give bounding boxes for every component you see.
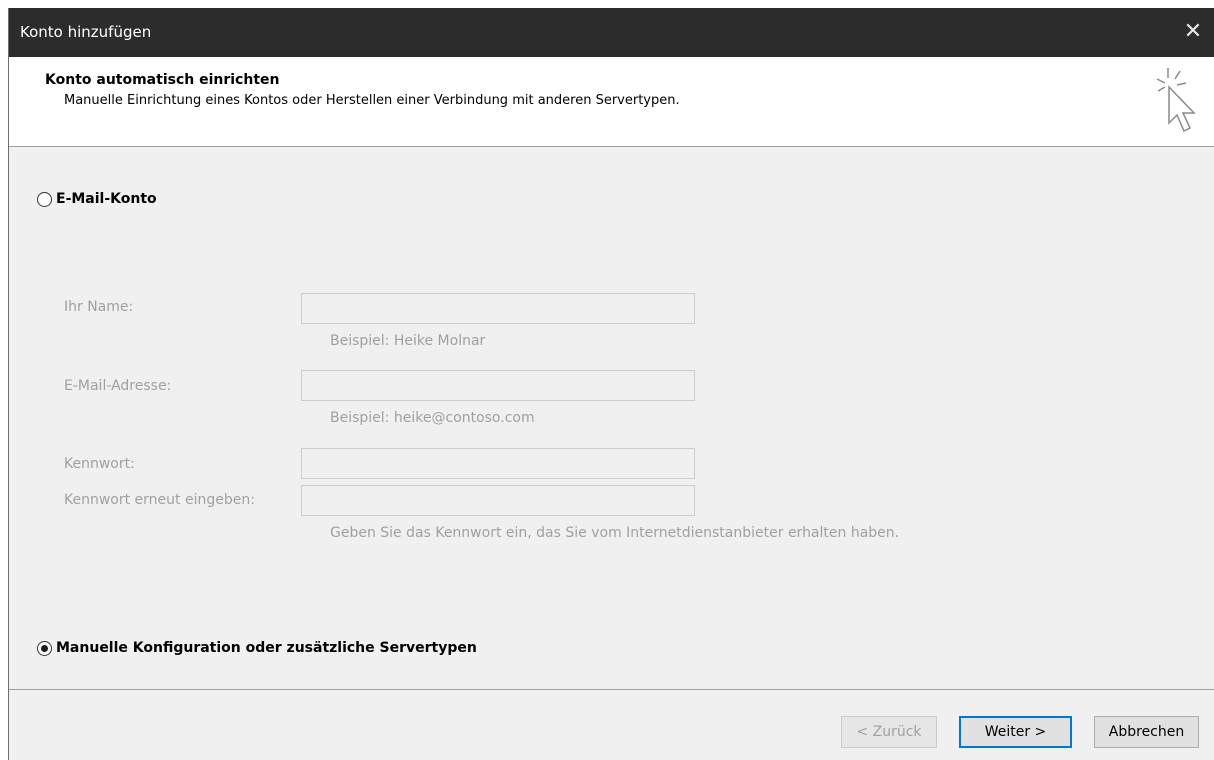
name-label: Ihr Name:	[64, 299, 134, 315]
password-repeat-label: Kennwort erneut eingeben:	[64, 492, 255, 508]
name-hint: Beispiel: Heike Molnar	[330, 333, 486, 349]
email-account-label: E-Mail-Konto	[56, 191, 157, 207]
password-hint: Geben Sie das Kennwort ein, das Sie vom …	[330, 525, 900, 541]
manual-config-radio-button[interactable]	[37, 640, 52, 656]
next-button[interactable]: Weiter >	[959, 716, 1072, 748]
password-label: Kennwort:	[64, 456, 135, 472]
manual-config-radio[interactable]: Manuelle Konfiguration oder zusätzliche …	[37, 640, 477, 656]
back-button[interactable]: < Zurück	[841, 716, 937, 748]
email-account-radio-button[interactable]	[37, 191, 52, 207]
title-bar: Konto hinzufügen ✕	[9, 8, 1214, 57]
email-hint: Beispiel: heike@contoso.com	[330, 410, 535, 426]
close-icon[interactable]: ✕	[1178, 16, 1208, 48]
wizard-cursor-icon	[1156, 68, 1196, 133]
window-title: Konto hinzufügen	[20, 23, 152, 41]
header-subtitle: Manuelle Einrichtung eines Kontos oder H…	[64, 93, 680, 108]
wizard-header: Konto automatisch einrichten Manuelle Ei…	[9, 57, 1214, 147]
email-account-radio[interactable]: E-Mail-Konto	[37, 191, 157, 207]
footer-divider	[9, 689, 1214, 690]
email-label: E-Mail-Adresse:	[64, 378, 172, 394]
cancel-button[interactable]: Abbrechen	[1094, 716, 1199, 748]
name-input[interactable]	[301, 293, 695, 324]
password-repeat-input[interactable]	[301, 485, 695, 516]
header-title: Konto automatisch einrichten	[45, 72, 280, 88]
email-input[interactable]	[301, 370, 695, 401]
add-account-dialog: Konto hinzufügen ✕ Konto automatisch ein…	[8, 8, 1214, 760]
manual-config-label: Manuelle Konfiguration oder zusätzliche …	[56, 640, 477, 656]
password-input[interactable]	[301, 448, 695, 479]
